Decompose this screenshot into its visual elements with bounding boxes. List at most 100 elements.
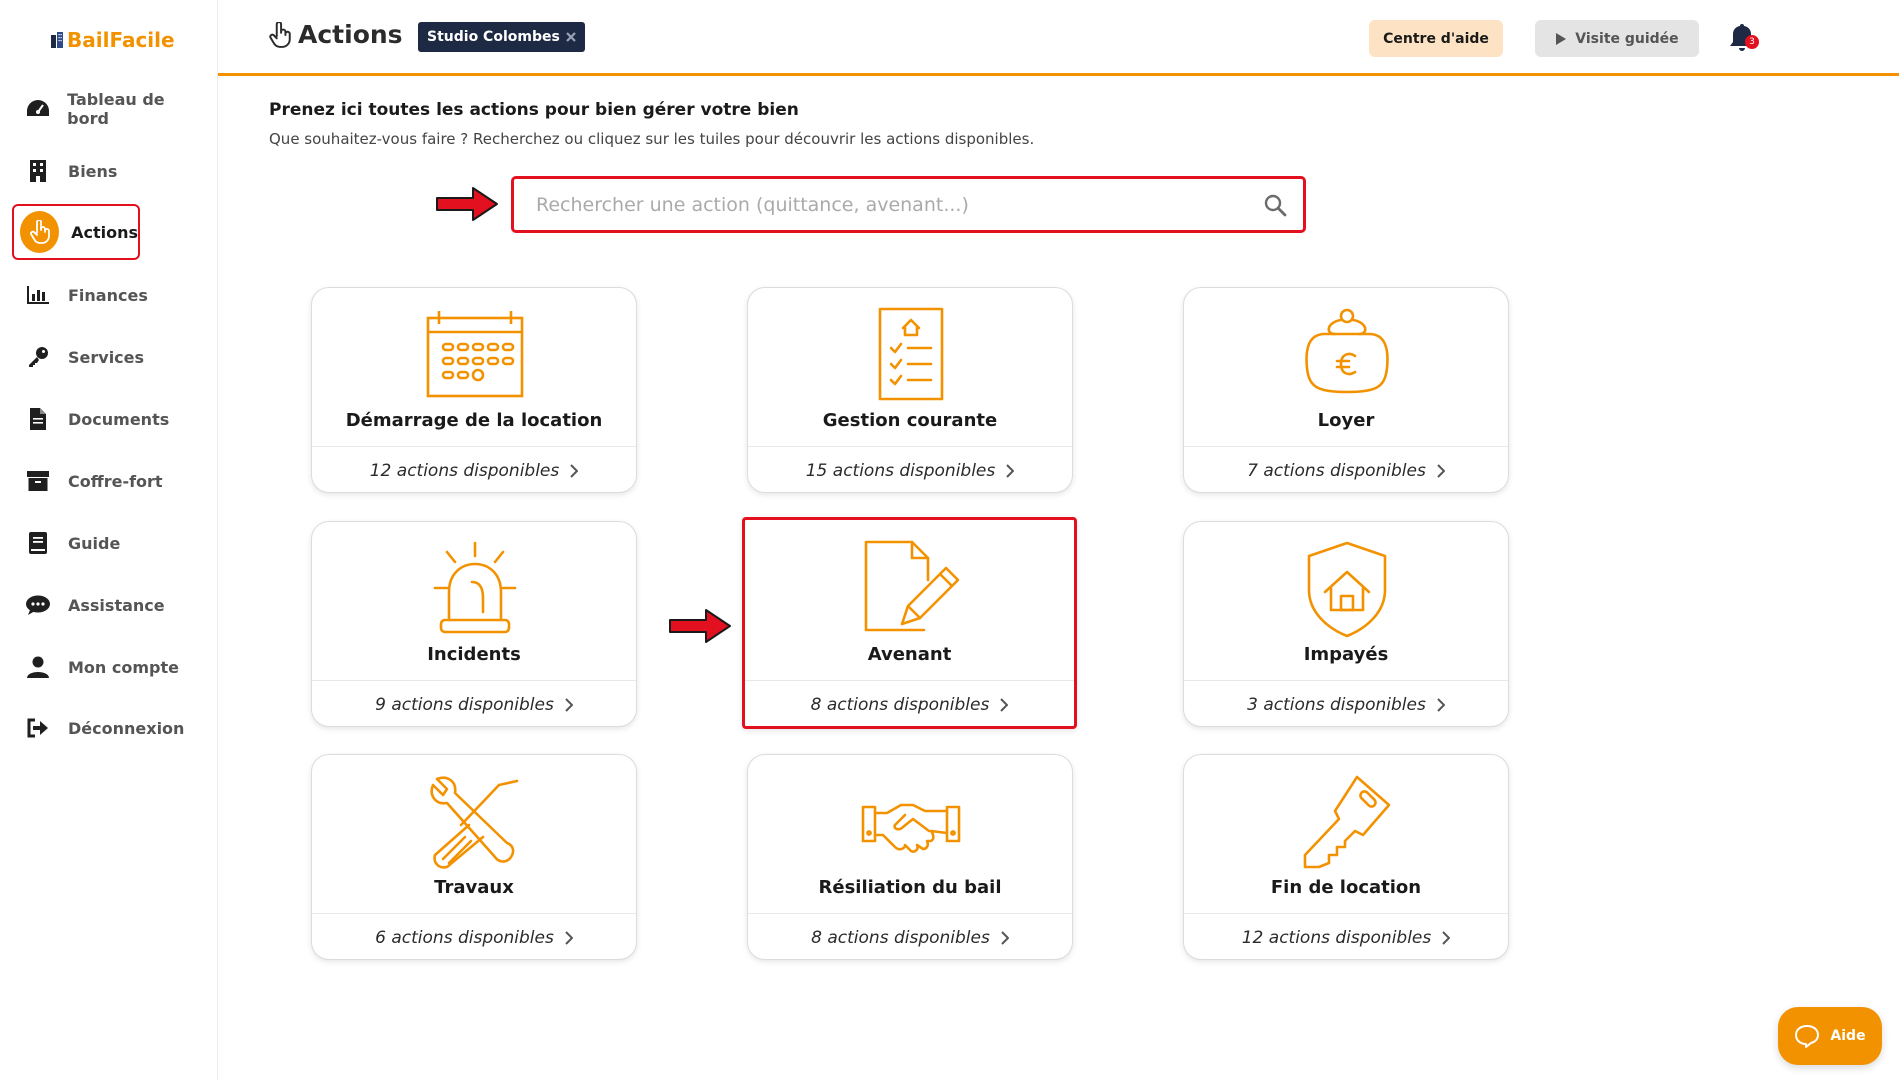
hand-pointer-icon (269, 21, 291, 48)
tile-gestion-courante[interactable]: Gestion courante 15 actions disponibles (747, 287, 1073, 493)
chevron-right-icon (1437, 697, 1445, 712)
tile-title: Avenant (867, 644, 952, 665)
sidebar-item-deconnexion[interactable]: Déconnexion (12, 701, 208, 755)
tile-count: 7 actions disponibles (1247, 460, 1426, 481)
guided-tour-button[interactable]: Visite guidée (1535, 20, 1699, 57)
notifications-button[interactable]: 3 (1727, 22, 1761, 56)
tile-title: Gestion courante (822, 410, 998, 431)
sidebar-item-label: Mon compte (68, 657, 179, 677)
tile-travaux[interactable]: Travaux 6 actions disponibles (311, 754, 637, 960)
search-icon[interactable] (1263, 193, 1287, 217)
shield-house-icon (1307, 541, 1387, 638)
tile-title: Démarrage de la location (345, 410, 603, 431)
page-title-text: Actions (298, 20, 403, 49)
search-box (511, 176, 1306, 233)
tile-count: 15 actions disponibles (805, 460, 996, 481)
sidebar-item-label: Guide (68, 533, 121, 553)
app-logo-text: BailFacile (67, 28, 175, 52)
tile-avenant[interactable]: Avenant 8 actions disponibles (742, 517, 1077, 729)
intro-title: Prenez ici toutes les actions pour bien … (269, 100, 799, 120)
tile-title: Fin de location (1270, 877, 1422, 898)
close-icon[interactable] (566, 32, 576, 42)
tile-title: Résiliation du bail (818, 877, 1002, 898)
alarm-light-icon (433, 541, 517, 634)
chevron-right-icon (565, 697, 573, 712)
tile-footer: 12 actions disponibles (1184, 913, 1508, 961)
tile-count: 9 actions disponibles (375, 694, 554, 715)
sidebar-item-label: Coffre-fort (68, 471, 163, 491)
tile-count: 3 actions disponibles (1247, 694, 1426, 715)
tile-count: 8 actions disponibles (811, 927, 990, 948)
tile-footer: 6 actions disponibles (312, 913, 636, 961)
building-icon (22, 155, 54, 187)
document-icon (22, 403, 54, 435)
tile-demarrage-location[interactable]: Démarrage de la location 12 actions disp… (311, 287, 637, 493)
bar-chart-icon (22, 279, 54, 311)
chat-icon (22, 589, 54, 621)
sidebar-item-guide[interactable]: Guide (12, 516, 208, 570)
search-input[interactable] (524, 185, 1234, 224)
property-badge[interactable]: Studio Colombes (418, 22, 585, 52)
archive-icon (22, 465, 54, 497)
tile-footer: 15 actions disponibles (748, 446, 1072, 494)
sidebar-item-coffre-fort[interactable]: Coffre-fort (12, 454, 208, 508)
tile-loyer[interactable]: Loyer 7 actions disponibles (1183, 287, 1509, 493)
purse-euro-icon (1305, 308, 1389, 394)
hand-pointer-icon (20, 211, 60, 253)
tile-footer: 7 actions disponibles (1184, 446, 1508, 494)
key-icon (22, 341, 54, 373)
notification-count-badge: 3 (1745, 35, 1759, 49)
sidebar-item-label: Services (68, 347, 145, 367)
sidebar: BailFacile Tableau de bord Biens Actions… (0, 0, 218, 1080)
sidebar-item-label: Biens (68, 161, 118, 181)
sidebar-item-finances[interactable]: Finances (12, 268, 208, 322)
user-icon (22, 651, 54, 683)
annotation-arrow-icon (436, 187, 498, 221)
top-bar: Actions Studio Colombes Centre d'aide Vi… (218, 0, 1899, 76)
tile-footer: 8 actions disponibles (748, 913, 1072, 961)
sidebar-item-actions[interactable]: Actions (12, 204, 140, 260)
book-icon (22, 527, 54, 559)
floating-help-label: Aide (1830, 1028, 1866, 1044)
sidebar-item-mon-compte[interactable]: Mon compte (12, 640, 208, 694)
dashboard-icon (22, 93, 53, 125)
sidebar-item-label: Actions (71, 222, 138, 242)
tile-impayes[interactable]: Impayés 3 actions disponibles (1183, 521, 1509, 727)
sidebar-item-documents[interactable]: Documents (12, 392, 208, 446)
building-logo-icon (51, 32, 63, 48)
tile-footer: 8 actions disponibles (745, 680, 1074, 728)
sidebar-item-biens[interactable]: Biens (12, 144, 208, 198)
tools-icon (430, 776, 519, 869)
tile-title: Loyer (1317, 410, 1375, 431)
chevron-right-icon (1437, 463, 1445, 478)
property-badge-label: Studio Colombes (427, 29, 560, 45)
sidebar-item-services[interactable]: Services (12, 330, 208, 384)
tile-fin-de-location[interactable]: Fin de location 12 actions disponibles (1183, 754, 1509, 960)
help-center-button[interactable]: Centre d'aide (1369, 20, 1503, 57)
app-logo[interactable]: BailFacile (50, 28, 175, 52)
handshake-icon (861, 803, 961, 853)
chevron-right-icon (570, 463, 579, 478)
chat-bubble-icon (1795, 1025, 1820, 1048)
chevron-right-icon (1006, 463, 1015, 478)
document-pencil-icon (864, 540, 960, 632)
sidebar-item-tableau-de-bord[interactable]: Tableau de bord (12, 82, 208, 136)
chevron-right-icon (565, 930, 573, 945)
key-icon (1303, 775, 1391, 869)
page-title: Actions (268, 20, 403, 49)
chevron-right-icon (1442, 930, 1451, 945)
sidebar-item-assistance[interactable]: Assistance (12, 578, 208, 632)
annotation-arrow-icon (669, 609, 731, 643)
sidebar-item-label: Déconnexion (68, 718, 185, 738)
play-icon (1556, 32, 1567, 45)
sidebar-item-label: Finances (68, 285, 148, 305)
tile-count: 12 actions disponibles (1241, 927, 1432, 948)
tile-count: 12 actions disponibles (369, 460, 560, 481)
tile-resiliation-bail[interactable]: Résiliation du bail 8 actions disponible… (747, 754, 1073, 960)
tile-incidents[interactable]: Incidents 9 actions disponibles (311, 521, 637, 727)
tile-count: 6 actions disponibles (375, 927, 554, 948)
floating-help-button[interactable]: Aide (1778, 1007, 1882, 1065)
intro-subtitle: Que souhaitez-vous faire ? Recherchez ou… (269, 130, 1035, 148)
checklist-icon (878, 307, 944, 401)
tile-count: 8 actions disponibles (810, 694, 990, 715)
